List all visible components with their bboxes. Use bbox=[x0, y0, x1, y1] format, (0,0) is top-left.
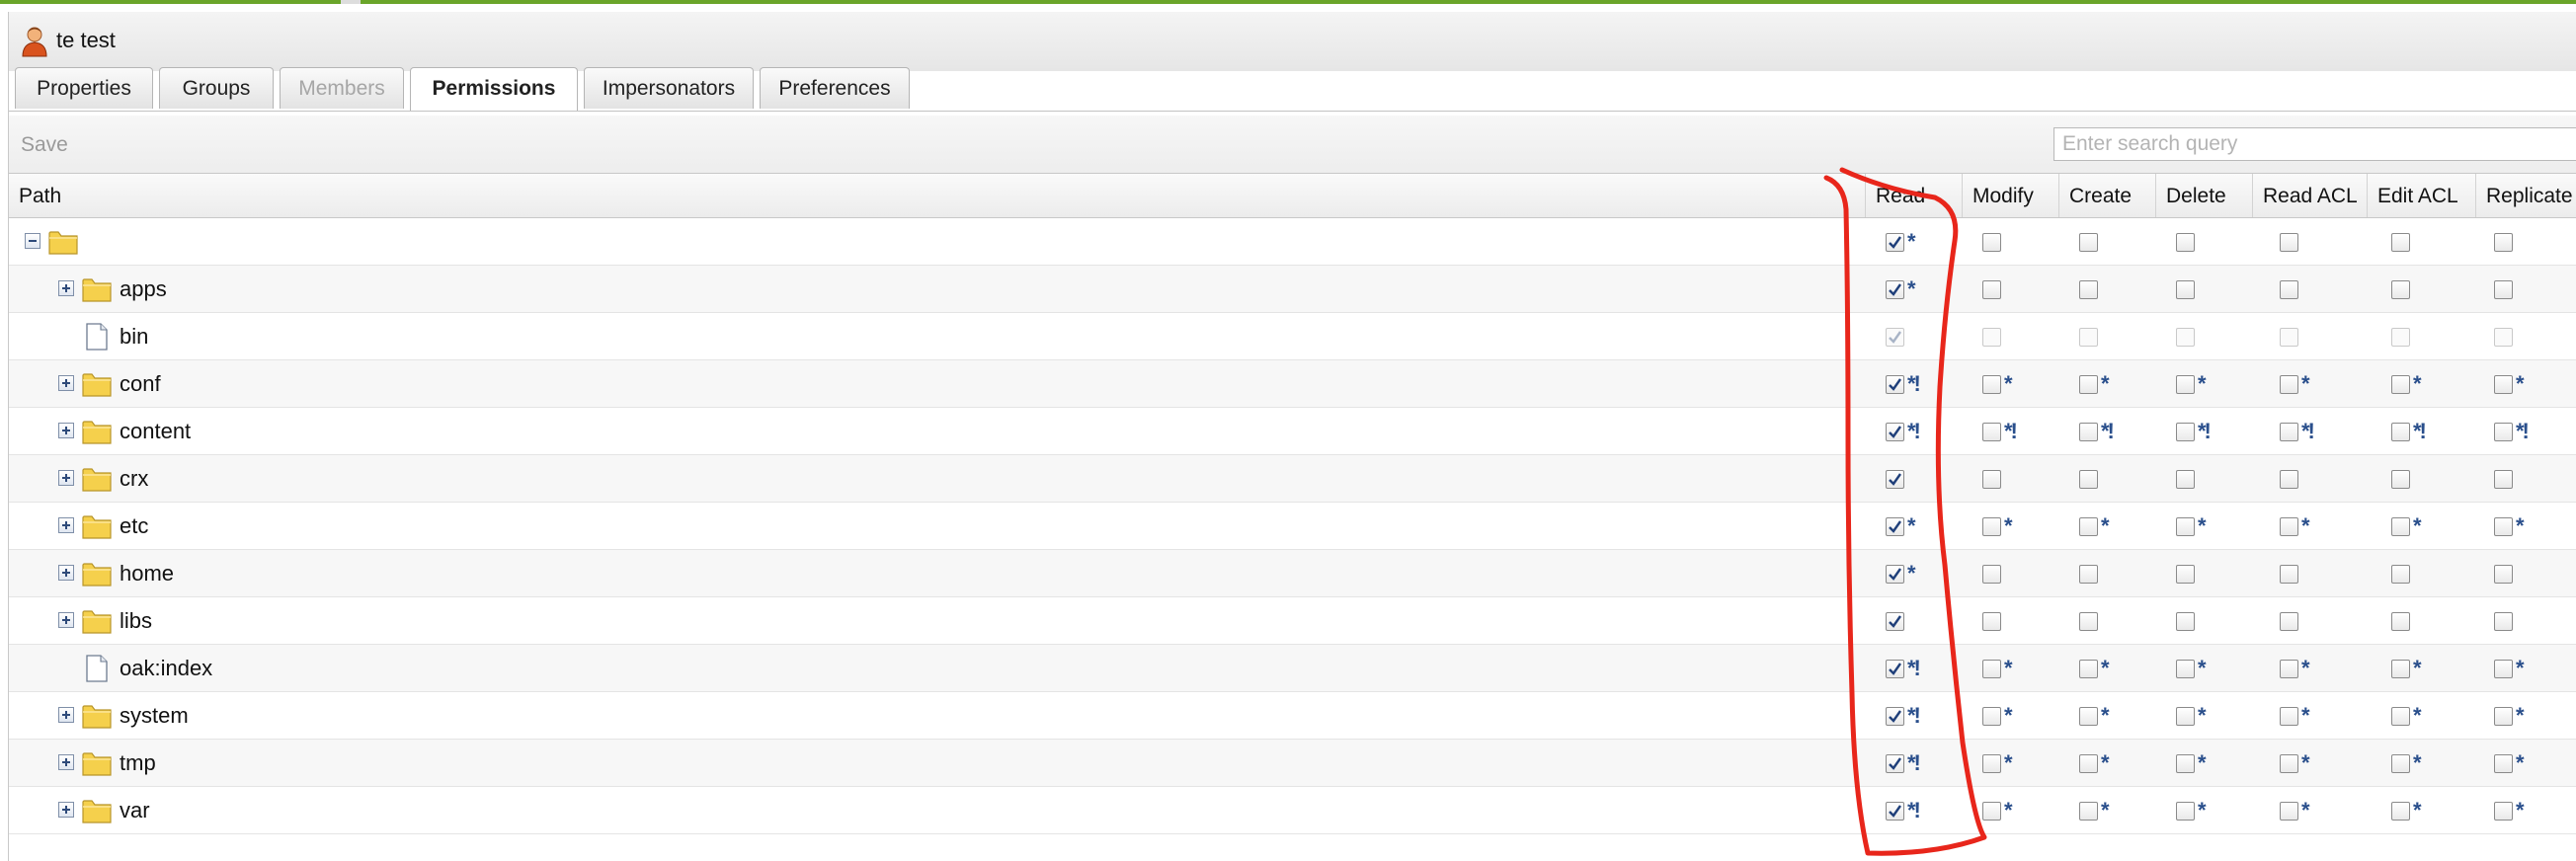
permissions-panel: te test Properties Groups Members Permis… bbox=[8, 12, 2576, 861]
top-accent-bar bbox=[0, 0, 2576, 4]
red-annotation-outline bbox=[1823, 167, 1987, 856]
